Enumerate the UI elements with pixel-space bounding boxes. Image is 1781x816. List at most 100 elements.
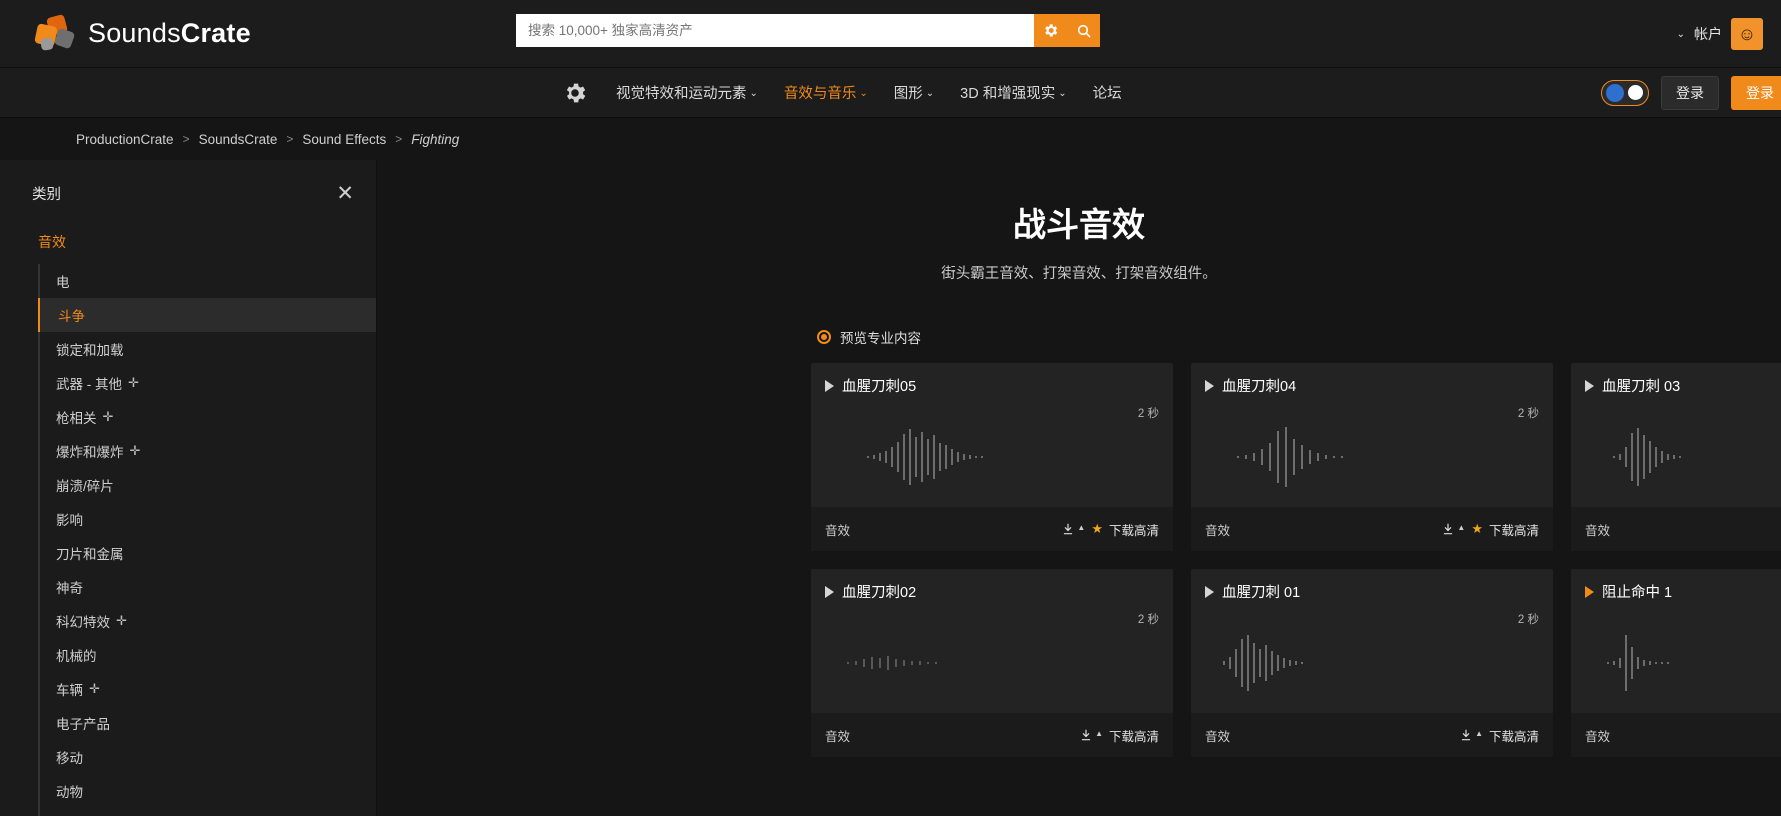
search-input[interactable] [516,14,1034,47]
sidebar-item-magic[interactable]: 神奇 [40,570,376,604]
download-icon[interactable]: ▲ [1061,522,1085,536]
sidebar-item-label: 枪相关 [56,411,97,426]
card-download-label: 下载高清 [1108,729,1159,744]
download-icon[interactable]: ▲ [1441,522,1465,536]
play-icon[interactable] [1585,379,1594,392]
crate-logo-icon [34,13,76,54]
sidebar-item-impacts[interactable]: 影响 [40,502,376,536]
sidebar-item-label: 动物 [56,785,83,800]
expand-plus-icon[interactable]: ✛ [130,443,141,459]
sidebar-item-electronics[interactable]: 电子产品 [40,706,376,740]
play-icon[interactable] [1585,585,1594,598]
breadcrumb-item-productioncrate[interactable]: ProductionCrate [76,132,174,147]
avatar[interactable]: ☺ [1731,18,1763,50]
expand-plus-icon[interactable]: ✛ [128,375,139,391]
play-icon[interactable] [1205,379,1214,392]
waveform[interactable] [1191,627,1553,699]
sidebar-item-crashes-debris[interactable]: 崩溃/碎片 [40,468,376,502]
sidebar-item-people-voices[interactable]: 人物与声音✛ [40,808,376,816]
nav-item-forum[interactable]: 论坛 [1093,82,1122,103]
sidebar-item-vehicles[interactable]: 车辆 ✛ [40,672,376,706]
sidebar-item-label: 车辆 [56,683,83,698]
card-duration: 2 秒 [1137,408,1159,420]
card-duration: 2 秒 [1517,408,1539,420]
top-bar: SoundsCrate ⌄ 帐户 ☺ [0,0,1781,68]
card-header: 血腥刀刺05 [811,363,1173,396]
waveform-icon [1237,427,1343,487]
sidebar-item-label: 神奇 [56,581,83,596]
expand-plus-icon[interactable]: ✛ [89,681,100,697]
brand-name-light: Sounds [88,18,181,48]
sidebar-item-blades-metal[interactable]: 刀片和金属 [40,536,376,570]
sidebar-item-mechanical[interactable]: 机械的 [40,638,376,672]
theme-toggle[interactable] [1601,79,1649,106]
radio-icon [817,330,831,344]
breadcrumb-item-soundscrate[interactable]: SoundsCrate [199,132,278,147]
download-icon[interactable]: ▲ [1079,728,1103,742]
nav-settings-icon[interactable] [560,78,590,108]
chevron-down-icon: ⌄ [859,87,868,99]
sidebar-item-fighting[interactable]: 斗争 [38,298,376,332]
nav-item-label: 3D 和增强现实 [960,86,1056,102]
close-icon[interactable]: ✕ [336,183,354,204]
nav-item-audio[interactable]: 音效与音乐 ⌄ [784,82,868,103]
waveform[interactable] [1571,627,1781,699]
nav-item-vfx[interactable]: 视觉特效和运动元素 ⌄ [616,82,758,103]
waveform[interactable] [1571,421,1781,493]
download-icon[interactable]: ▲ [1459,728,1483,742]
sound-card[interactable]: 阻止命中 1 2 秒 [1571,569,1781,757]
login-button[interactable]: 登录 [1661,75,1719,110]
waveform[interactable] [1191,421,1553,493]
sound-card[interactable]: 血腥刀刺05 2 秒 音效 ▲ ★ 下载高清 [811,363,1173,551]
breadcrumb-item-sound-effects[interactable]: Sound Effects [302,132,386,147]
signup-button[interactable]: 登录 [1731,75,1781,110]
play-icon[interactable] [1205,585,1214,598]
chevron-up-icon: ▲ [1095,728,1103,738]
account-caret-icon: ⌄ [1676,29,1685,40]
brand-logo[interactable]: SoundsCrate [34,13,251,54]
sidebar-header: 类别 ✕ [0,178,376,208]
nav-item-graphics[interactable]: 图形 ⌄ [894,82,934,103]
card-header: 血腥刀刺04 [1191,363,1553,396]
search-submit-button[interactable] [1067,14,1100,47]
sidebar-item-lock-and-load[interactable]: 锁定和加载 [40,332,376,366]
play-icon[interactable] [825,379,834,392]
card-download[interactable]: ▲ ★ 下载高清 [1441,520,1539,539]
sound-card-grid: 血腥刀刺05 2 秒 音效 ▲ ★ 下载高清 血腥刀刺04 2 秒 音效 ▲ ★… [811,363,1781,757]
waveform[interactable] [811,627,1173,699]
sound-card[interactable]: 血腥刀刺02 2 秒 音效 ▲ 下载高清 [811,569,1173,757]
chevron-up-icon: ▲ [1475,728,1483,738]
breadcrumb-item-fighting: Fighting [411,131,460,147]
sound-card[interactable]: 血腥刀刺04 2 秒 音效 ▲ ★ 下载高清 [1191,363,1553,551]
chevron-down-icon: ⌄ [1058,87,1067,99]
nav-item-3d-ar[interactable]: 3D 和增强现实 ⌄ [960,82,1066,103]
sidebar-item-explosions[interactable]: 爆炸和爆炸 ✛ [40,434,376,468]
sidebar-group-label[interactable]: 音效 [0,226,376,258]
waveform-icon [867,429,983,485]
card-download[interactable]: ▲ 下载高清 [1079,726,1159,745]
chevron-down-icon: ⌄ [925,87,935,99]
sidebar-item-guns[interactable]: 枪相关 ✛ [40,400,376,434]
nav-right-actions: 登录 登录 [1601,75,1781,110]
sound-card[interactable]: 血腥刀刺 01 2 秒 音效 ▲ 下载高清 [1191,569,1553,757]
card-type: 音效 [1205,729,1231,744]
waveform[interactable] [811,421,1173,493]
sidebar-item-scifi[interactable]: 科幻特效 ✛ [40,604,376,638]
expand-plus-icon[interactable]: ✛ [103,409,114,425]
preview-pro-toggle[interactable]: 预览专业内容 [817,327,1781,347]
sidebar-item-movement[interactable]: 移动 [40,740,376,774]
card-header: 血腥刀刺 01 [1191,569,1553,602]
card-download[interactable]: ▲ 下载高清 [1459,726,1539,745]
sound-card[interactable]: 血腥刀刺 03 2 秒 [1571,363,1781,551]
sidebar-item-animals[interactable]: 动物 [40,774,376,808]
play-icon[interactable] [825,585,834,598]
card-download[interactable]: ▲ ★ 下载高清 [1061,520,1159,539]
sidebar-item-weapons-other[interactable]: 武器 - 其他 ✛ [40,366,376,400]
search-settings-button[interactable] [1034,14,1067,47]
expand-plus-icon[interactable]: ✛ [116,613,127,629]
sidebar-item-label: 崩溃/碎片 [56,479,114,494]
brand-title: SoundsCrate [88,18,251,49]
sidebar-item-electric[interactable]: 电 [40,264,376,298]
sidebar-item-label: 机械的 [56,649,97,664]
account-menu[interactable]: ⌄ 帐户 ☺ [1677,18,1763,50]
